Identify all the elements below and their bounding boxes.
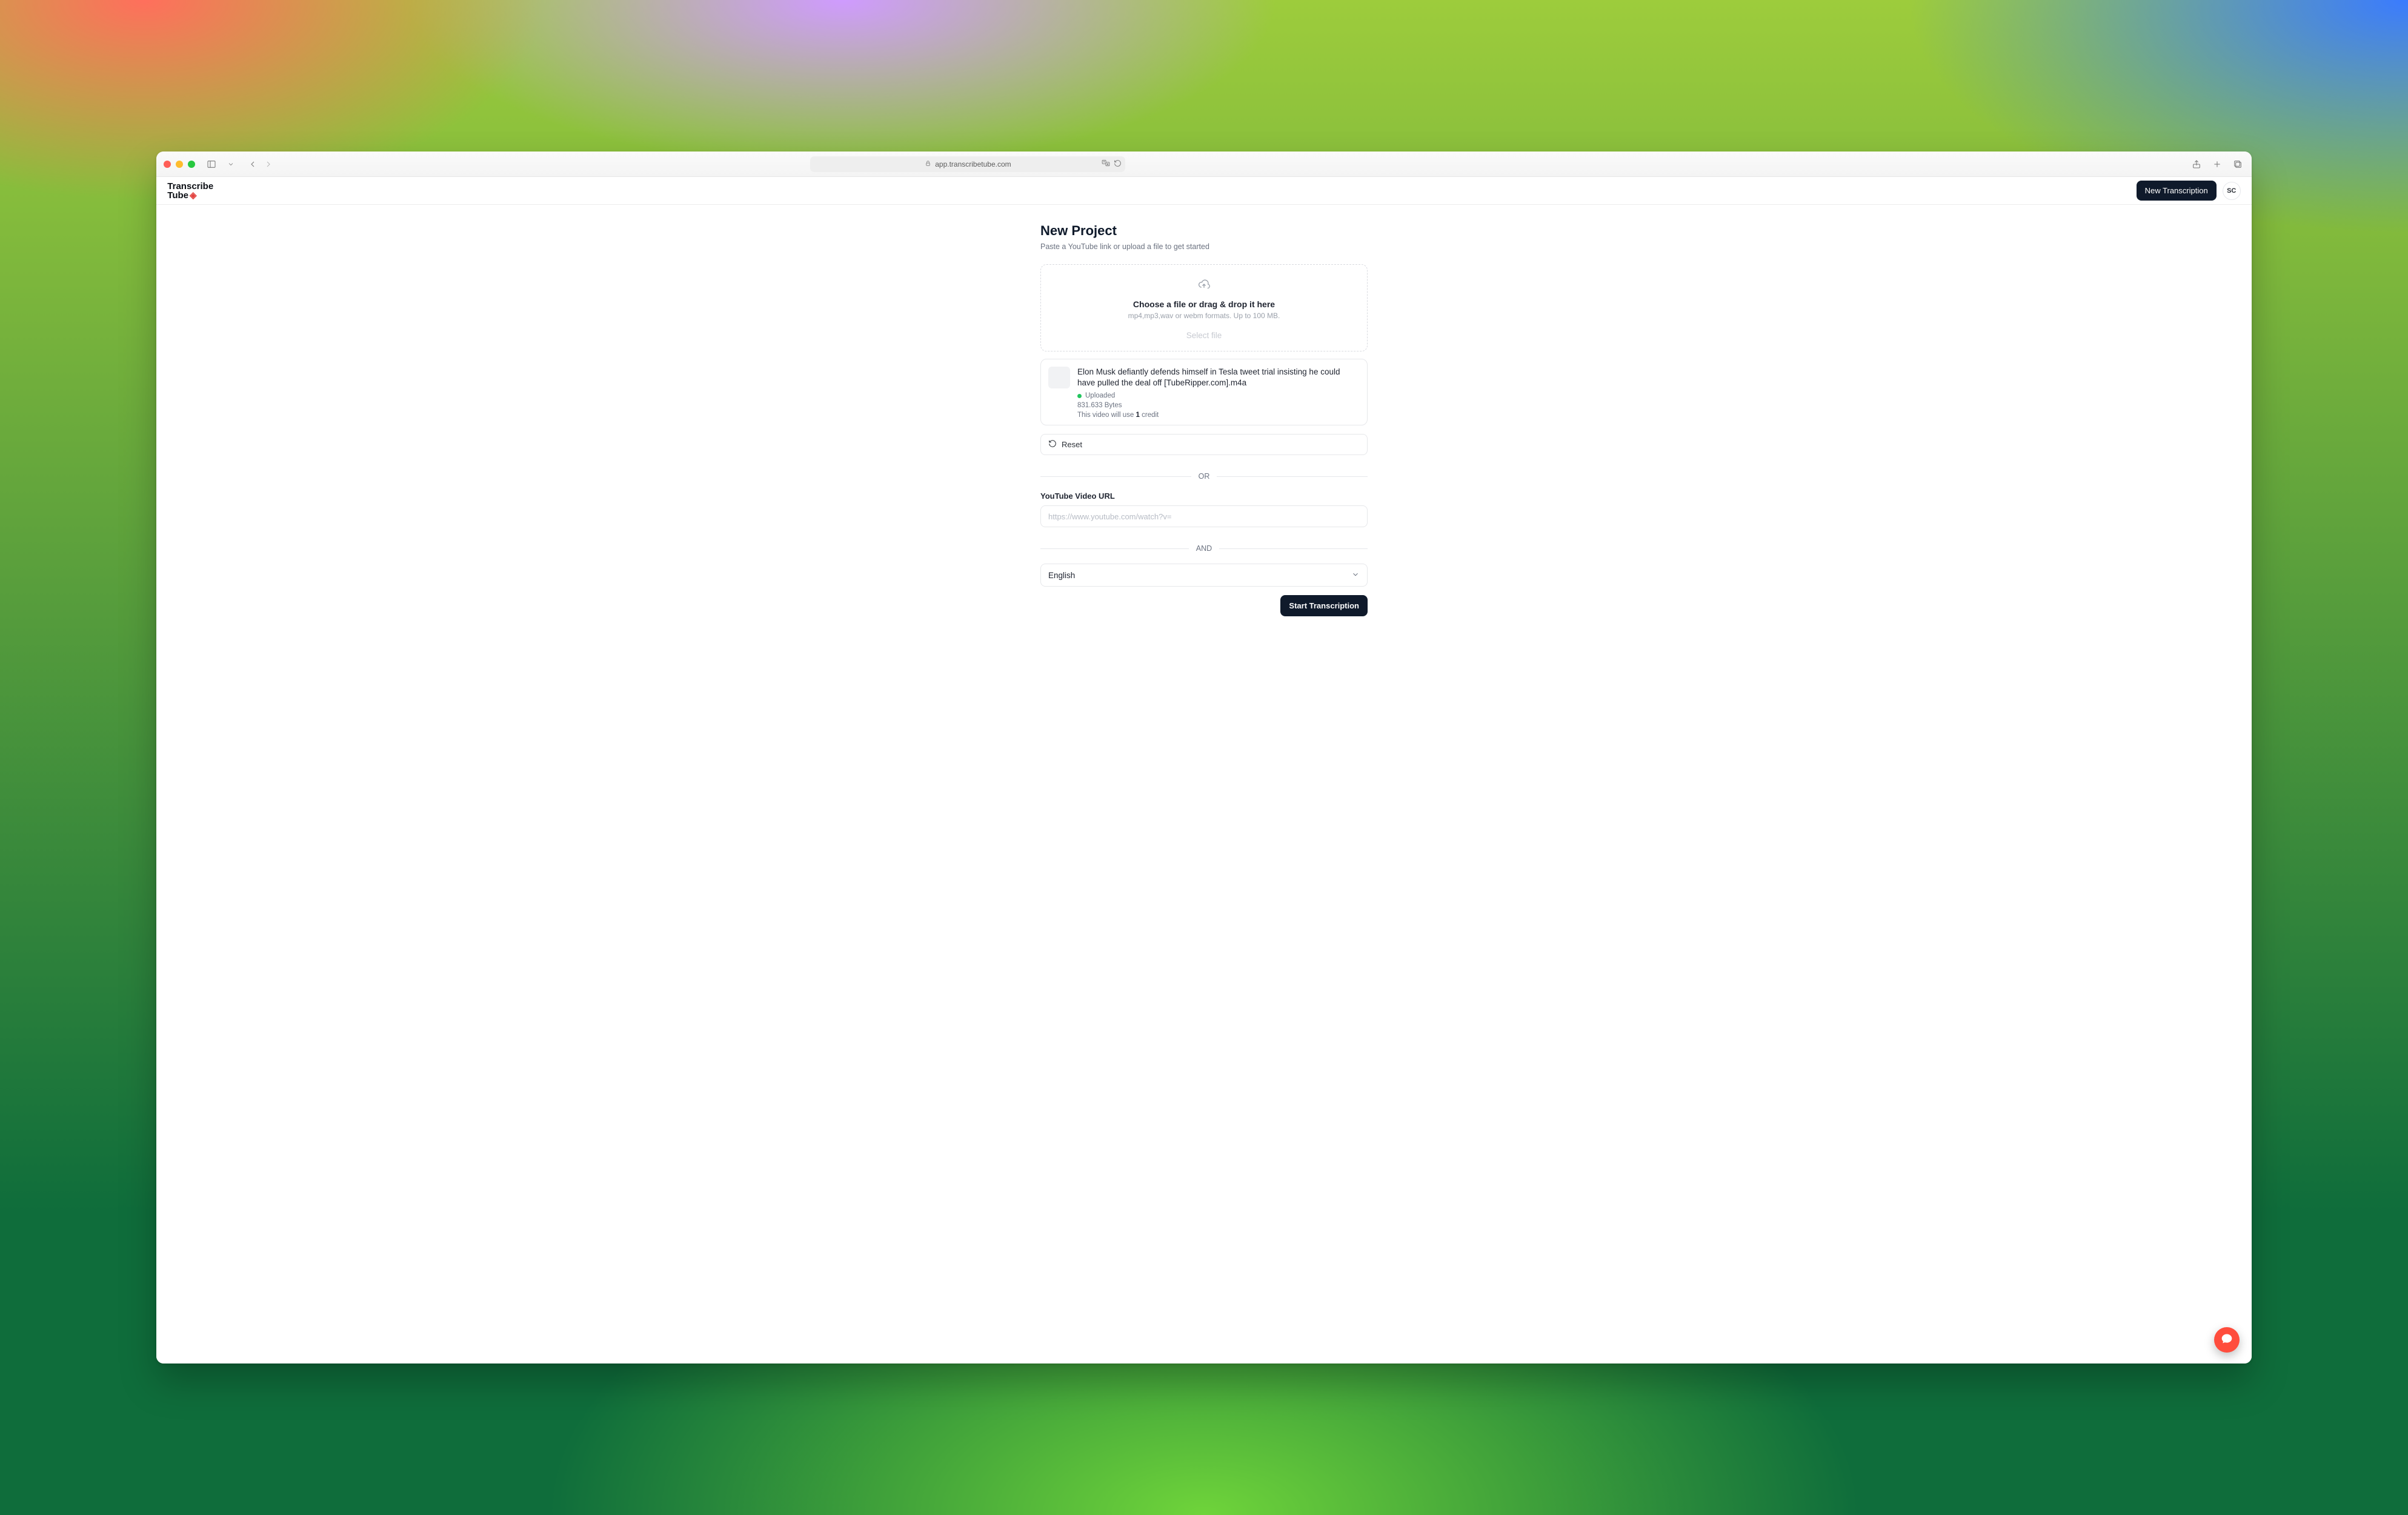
content-area: New Project Paste a YouTube link or uplo… xyxy=(156,205,2251,1364)
file-size: 831.633 Bytes xyxy=(1077,402,1359,409)
address-bar[interactable]: app.transcribetube.com xyxy=(810,156,1125,172)
chat-fab[interactable] xyxy=(2214,1327,2240,1353)
minimize-window-button[interactable] xyxy=(176,161,183,168)
new-project-panel: New Project Paste a YouTube link or uplo… xyxy=(1040,223,1368,1364)
avatar[interactable]: SC xyxy=(2223,182,2241,200)
address-text: app.transcribetube.com xyxy=(935,160,1011,168)
cloud-upload-icon xyxy=(1047,278,1361,293)
close-window-button[interactable] xyxy=(164,161,171,168)
browser-titlebar: app.transcribetube.com xyxy=(156,152,2251,177)
start-transcription-button[interactable]: Start Transcription xyxy=(1280,595,1368,616)
translate-icon[interactable] xyxy=(1102,159,1110,169)
language-selected: English xyxy=(1048,571,1075,580)
share-button[interactable] xyxy=(2190,158,2203,171)
new-tab-button[interactable] xyxy=(2210,158,2224,171)
credit-suffix: credit xyxy=(1140,411,1159,419)
back-button[interactable] xyxy=(246,158,259,171)
chat-icon xyxy=(2221,1333,2233,1348)
divider-and-label: AND xyxy=(1196,544,1212,553)
language-select[interactable]: English xyxy=(1040,564,1368,587)
reset-button[interactable]: Reset xyxy=(1040,434,1368,455)
divider-or-label: OR xyxy=(1199,472,1210,481)
forward-button[interactable] xyxy=(262,158,275,171)
app-header: Transcribe Tube◈ New Transcription SC xyxy=(156,177,2251,205)
window-controls xyxy=(164,161,195,168)
divider-or: OR xyxy=(1040,472,1368,481)
youtube-url-input[interactable] xyxy=(1040,505,1368,527)
file-thumbnail xyxy=(1048,367,1070,388)
dropzone-title: Choose a file or drag & drop it here xyxy=(1047,299,1361,309)
file-dropzone[interactable]: Choose a file or drag & drop it here mp4… xyxy=(1040,264,1368,351)
undo-icon xyxy=(1048,439,1057,450)
sidebar-toggle-button[interactable] xyxy=(205,158,218,171)
tab-group-dropdown[interactable] xyxy=(224,158,238,171)
credit-prefix: This video will use xyxy=(1077,411,1136,419)
new-transcription-button[interactable]: New Transcription xyxy=(2137,181,2217,201)
page-title: New Project xyxy=(1040,223,1368,239)
chevron-down-icon xyxy=(1351,570,1360,581)
file-status: Uploaded xyxy=(1085,392,1115,399)
dropzone-subtitle: mp4,mp3,wav or webm formats. Up to 100 M… xyxy=(1047,311,1361,320)
maximize-window-button[interactable] xyxy=(188,161,195,168)
file-name: Elon Musk defiantly defends himself in T… xyxy=(1077,367,1359,388)
uploaded-file-card: Elon Musk defiantly defends himself in T… xyxy=(1040,359,1368,425)
reload-icon[interactable] xyxy=(1114,159,1122,169)
lock-icon xyxy=(925,160,931,168)
browser-window: app.transcribetube.com Tr xyxy=(156,152,2251,1364)
credit-usage: This video will use 1 credit xyxy=(1077,411,1359,419)
select-file-button[interactable]: Select file xyxy=(1047,331,1361,340)
reset-label: Reset xyxy=(1062,440,1082,449)
divider-and: AND xyxy=(1040,544,1368,553)
tabs-overview-button[interactable] xyxy=(2231,158,2244,171)
youtube-url-label: YouTube Video URL xyxy=(1040,491,1368,501)
status-dot-icon xyxy=(1077,394,1082,398)
brand-accent-icon: ◈ xyxy=(190,190,197,201)
brand-line2: Tube xyxy=(167,190,188,201)
brand-logo[interactable]: Transcribe Tube◈ xyxy=(167,182,213,200)
page-subtitle: Paste a YouTube link or upload a file to… xyxy=(1040,242,1368,251)
